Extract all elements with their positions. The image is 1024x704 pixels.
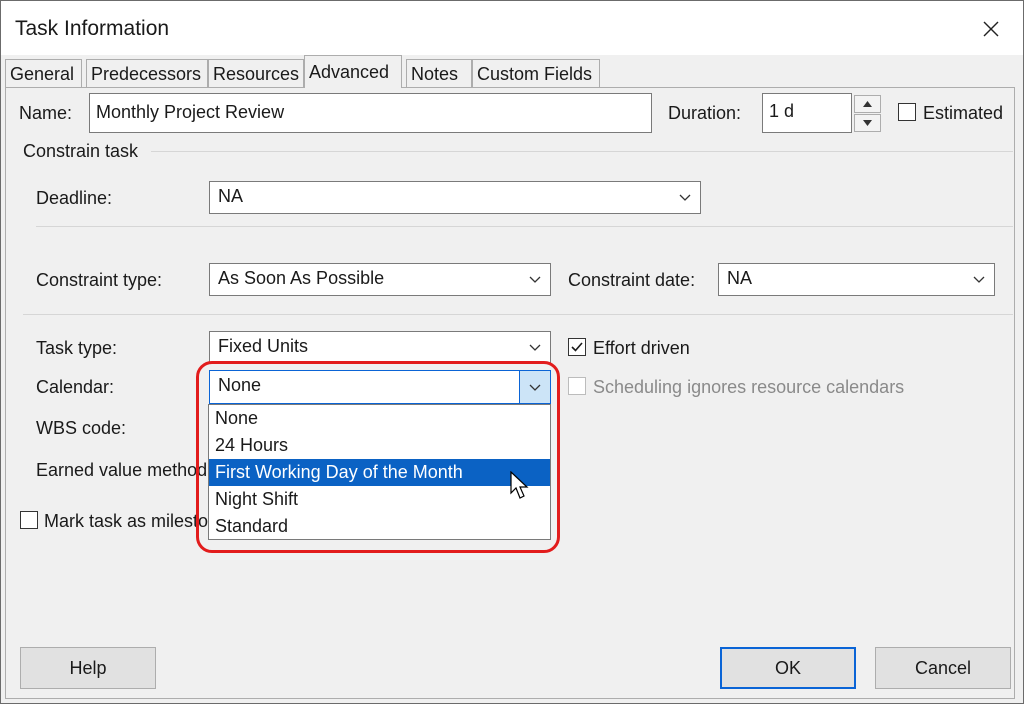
constrain-task-group-label: Constrain task bbox=[23, 141, 139, 161]
arrow-up-icon bbox=[863, 101, 872, 107]
ok-button[interactable]: OK bbox=[720, 647, 856, 689]
task-information-dialog: Task Information General Predecessors Re… bbox=[0, 0, 1024, 704]
milestone-checkbox[interactable] bbox=[20, 511, 38, 529]
duration-label: Duration: bbox=[668, 103, 742, 123]
checkmark-icon bbox=[571, 342, 583, 352]
constraint-date-label: Constraint date: bbox=[568, 270, 696, 290]
calendar-options-list: None 24 Hours First Working Day of the M… bbox=[208, 404, 551, 540]
calendar-option-24-hours[interactable]: 24 Hours bbox=[209, 432, 550, 459]
tab-resources[interactable]: Resources bbox=[208, 59, 304, 87]
constraint-type-value: As Soon As Possible bbox=[218, 268, 385, 288]
tab-general[interactable]: General bbox=[5, 59, 82, 87]
cancel-button[interactable]: Cancel bbox=[875, 647, 1011, 689]
scheduling-ignores-checkbox[interactable] bbox=[568, 377, 586, 395]
arrow-down-icon bbox=[863, 120, 872, 126]
mouse-pointer-icon bbox=[510, 471, 529, 499]
estimated-label: Estimated bbox=[923, 103, 1004, 123]
calendar-label: Calendar: bbox=[36, 377, 115, 397]
calendar-option-night-shift[interactable]: Night Shift bbox=[209, 486, 550, 513]
name-field[interactable]: Monthly Project Review bbox=[89, 93, 652, 133]
chevron-down-icon bbox=[973, 276, 985, 283]
scheduling-ignores-label: Scheduling ignores resource calendars bbox=[593, 377, 905, 397]
task-type-value: Fixed Units bbox=[218, 336, 309, 356]
effort-driven-checkbox[interactable] bbox=[568, 338, 586, 356]
calendar-value: None bbox=[218, 375, 262, 395]
constraint-type-dropdown[interactable]: As Soon As Possible bbox=[209, 263, 551, 296]
calendar-option-standard[interactable]: Standard bbox=[209, 513, 550, 540]
constraint-date-dropdown[interactable]: NA bbox=[718, 263, 995, 296]
chevron-down-icon bbox=[529, 384, 541, 391]
chevron-down-icon bbox=[529, 276, 541, 283]
calendar-dropdown-arrow[interactable] bbox=[519, 371, 550, 403]
tab-predecessors[interactable]: Predecessors bbox=[86, 59, 208, 87]
close-button[interactable] bbox=[969, 11, 1013, 47]
effort-driven-label: Effort driven bbox=[593, 338, 690, 358]
deadline-divider bbox=[36, 226, 1013, 227]
duration-stepper[interactable] bbox=[854, 95, 881, 133]
estimated-checkbox[interactable] bbox=[898, 103, 916, 121]
chevron-down-icon bbox=[679, 194, 691, 201]
calendar-option-first-working-day[interactable]: First Working Day of the Month bbox=[209, 459, 550, 486]
tab-custom-fields[interactable]: Custom Fields bbox=[472, 59, 600, 87]
name-label: Name: bbox=[19, 103, 73, 123]
dialog-title: Task Information bbox=[15, 17, 170, 40]
tab-strip: General Predecessors Resources Advanced … bbox=[5, 55, 1023, 88]
deadline-label: Deadline: bbox=[36, 188, 113, 208]
duration-down-button[interactable] bbox=[854, 114, 881, 132]
milestone-label: Mark task as milestone bbox=[44, 511, 229, 531]
constraint-type-label: Constraint type: bbox=[36, 270, 163, 290]
close-icon bbox=[983, 21, 999, 37]
chevron-down-icon bbox=[529, 344, 541, 351]
task-type-label: Task type: bbox=[36, 338, 118, 358]
calendar-option-none[interactable]: None bbox=[209, 405, 550, 432]
deadline-dropdown[interactable]: NA bbox=[209, 181, 701, 214]
constrain-divider bbox=[23, 314, 1013, 315]
constraint-date-value: NA bbox=[727, 268, 753, 288]
tab-advanced[interactable]: Advanced bbox=[304, 55, 402, 88]
help-button[interactable]: Help bbox=[20, 647, 156, 689]
tab-notes[interactable]: Notes bbox=[406, 59, 472, 87]
earned-value-label: Earned value method: bbox=[36, 460, 213, 480]
calendar-dropdown[interactable]: None bbox=[209, 370, 551, 404]
title-bar: Task Information bbox=[1, 1, 1023, 55]
duration-up-button[interactable] bbox=[854, 95, 881, 113]
group-divider bbox=[151, 151, 1013, 152]
deadline-value: NA bbox=[218, 186, 244, 206]
wbs-code-label: WBS code: bbox=[36, 418, 127, 438]
duration-field[interactable]: 1 d bbox=[762, 93, 852, 133]
task-type-dropdown[interactable]: Fixed Units bbox=[209, 331, 551, 364]
